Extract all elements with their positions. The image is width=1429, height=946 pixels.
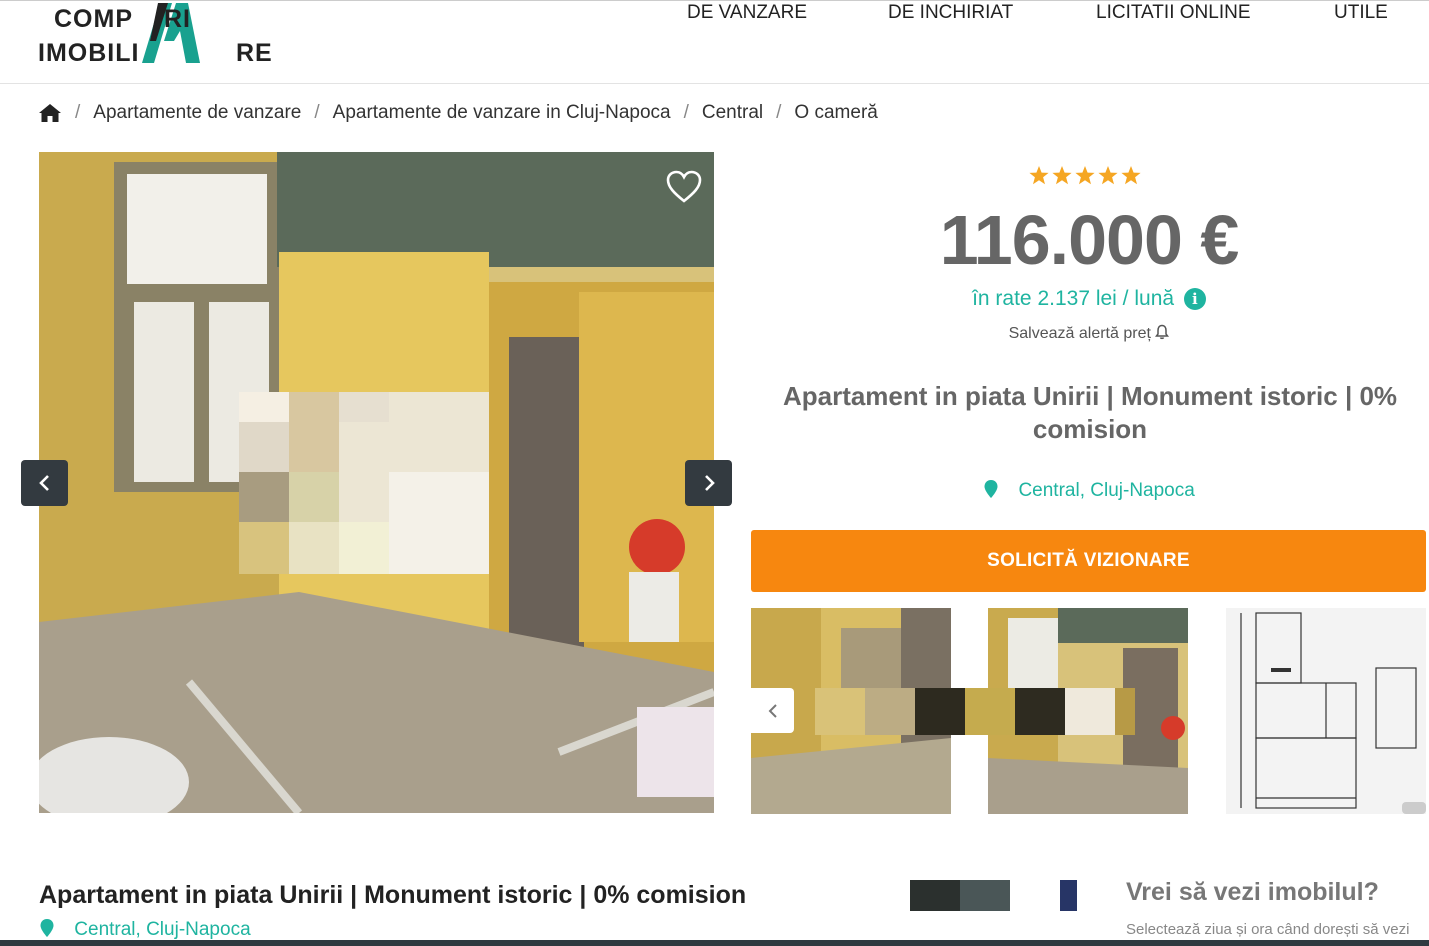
breadcrumb-separator: / [683, 102, 689, 123]
breadcrumb-separator: / [776, 102, 782, 123]
star-icon [1121, 166, 1141, 185]
blurred-region [1065, 688, 1115, 735]
save-price-alert-label: Salvează alertă preț [1008, 325, 1151, 342]
breadcrumb-central[interactable]: Central [702, 102, 763, 124]
bell-icon [1155, 324, 1170, 340]
request-viewing-button[interactable]: SOLICITĂ VIZIONARE [751, 530, 1426, 592]
star-icon [1029, 166, 1049, 185]
installment-text: în rate 2.137 lei / lună [972, 287, 1175, 310]
breadcrumb-cluj-napoca[interactable]: Apartamente de vanzare in Cluj-Napoca [333, 102, 671, 124]
logo-text-imobili: IMOBILI [38, 39, 140, 67]
logo-text-ri: RI [164, 5, 191, 33]
thumbnails-prev-button[interactable] [751, 688, 794, 733]
nav-licitatii-online[interactable]: LICITATII ONLINE [1096, 2, 1251, 24]
bottom-bar [0, 940, 1429, 946]
nav-de-inchiriat[interactable]: DE INCHIRIAT [888, 2, 1013, 24]
photo-prev-button[interactable] [21, 460, 68, 506]
chevron-left-icon [768, 703, 777, 718]
rating-stars [1028, 165, 1142, 186]
blurred-region [960, 880, 1010, 911]
breadcrumb-apartamente-vanzare[interactable]: Apartamente de vanzare [93, 102, 301, 124]
listing-location-label: Central, Cluj-Napoca [1018, 480, 1195, 501]
star-icon [1098, 166, 1118, 185]
installment-info: în rate 2.137 lei / lună i [752, 287, 1426, 311]
blurred-region [865, 688, 915, 735]
photo-next-button[interactable] [685, 460, 732, 506]
blurred-region [1015, 688, 1065, 735]
listing-price: 116.000 € [939, 201, 1240, 279]
listing-location[interactable]: Central, Cluj-Napoca [752, 479, 1426, 502]
thumbnail-3-image [1226, 608, 1426, 814]
visit-subtitle: Selectează ziua și ora când dorești să v… [1126, 921, 1410, 938]
breadcrumb-separator: / [75, 102, 81, 123]
nav-utile[interactable]: UTILE [1334, 2, 1388, 24]
chevron-right-icon [704, 475, 715, 491]
logo-text-re: RE [236, 39, 273, 67]
site-logo[interactable]: COMP RI IMOBILI RE [38, 1, 278, 71]
breadcrumb-separator: / [314, 102, 320, 123]
listing-title: Apartament in piata Unirii | Monument is… [782, 381, 1398, 444]
info-icon[interactable]: i [1183, 288, 1206, 310]
main-photo-image [39, 152, 714, 813]
breadcrumb-o-camera[interactable]: O cameră [794, 102, 877, 124]
thumbnail-3-floorplan[interactable] [1226, 608, 1426, 814]
blurred-region [965, 688, 1015, 735]
home-icon[interactable] [38, 103, 62, 123]
blurred-region [1060, 880, 1077, 911]
site-header: COMP RI IMOBILI RE DE VANZARE DE INCHIRI… [0, 0, 1429, 84]
star-icon [1075, 166, 1095, 185]
map-pin-icon [40, 919, 54, 937]
heart-icon[interactable] [666, 170, 702, 204]
blurred-region [1115, 688, 1135, 735]
blurred-region [915, 688, 965, 735]
main-photo[interactable] [39, 152, 714, 813]
listing-title-bottom: Apartament in piata Unirii | Monument is… [39, 881, 747, 909]
nav-de-vanzare[interactable]: DE VANZARE [687, 2, 807, 24]
blurred-region [815, 688, 865, 735]
breadcrumb: / Apartamente de vanzare / Apartamente d… [38, 100, 878, 126]
listing-location-bottom-label: Central, Cluj-Napoca [74, 919, 251, 940]
star-icon [1052, 166, 1072, 185]
logo-text-comp: COMP [54, 5, 133, 33]
chevron-left-icon [38, 475, 49, 491]
save-price-alert[interactable]: Salvează alertă preț [752, 324, 1426, 343]
visit-heading: Vrei să vezi imobilul? [1126, 878, 1379, 906]
listing-location-bottom[interactable]: Central, Cluj-Napoca [39, 918, 251, 941]
map-pin-icon [984, 480, 998, 498]
blurred-region [910, 880, 960, 911]
